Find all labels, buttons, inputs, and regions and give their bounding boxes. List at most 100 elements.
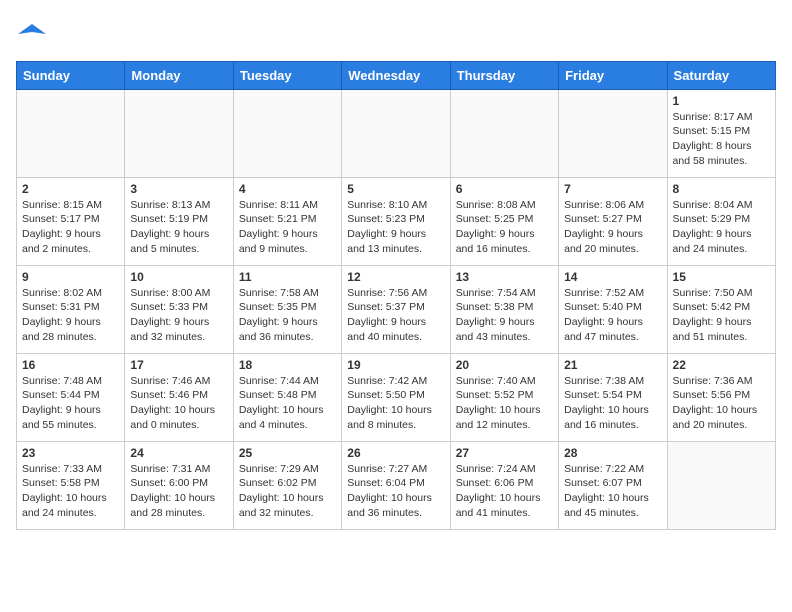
week-row-5: 23 Sunrise: 7:33 AM Sunset: 5:58 PM Dayli… — [17, 441, 776, 529]
day-info: Sunrise: 7:27 AM Sunset: 6:04 PM Dayligh… — [347, 462, 444, 521]
weekday-header-tuesday: Tuesday — [233, 61, 341, 89]
calendar-header: SundayMondayTuesdayWednesdayThursdayFrid… — [17, 61, 776, 89]
calendar-cell: 23 Sunrise: 7:33 AM Sunset: 5:58 PM Dayli… — [17, 441, 125, 529]
week-row-2: 2 Sunrise: 8:15 AM Sunset: 5:17 PM Daylig… — [17, 177, 776, 265]
calendar-cell: 20 Sunrise: 7:40 AM Sunset: 5:52 PM Dayli… — [450, 353, 558, 441]
calendar-cell: 25 Sunrise: 7:29 AM Sunset: 6:02 PM Dayli… — [233, 441, 341, 529]
day-info: Sunrise: 7:48 AM Sunset: 5:44 PM Dayligh… — [22, 374, 119, 433]
day-number: 2 — [22, 182, 119, 196]
week-row-3: 9 Sunrise: 8:02 AM Sunset: 5:31 PM Daylig… — [17, 265, 776, 353]
calendar-cell: 7Sunrise: 8:06 AM Sunset: 5:27 PM Daylig… — [559, 177, 667, 265]
week-row-1: 1Sunrise: 8:17 AM Sunset: 5:15 PM Daylig… — [17, 89, 776, 177]
day-number: 13 — [456, 270, 553, 284]
day-info: Sunrise: 7:44 AM Sunset: 5:48 PM Dayligh… — [239, 374, 336, 433]
calendar-cell — [342, 89, 450, 177]
calendar-cell: 4Sunrise: 8:11 AM Sunset: 5:21 PM Daylig… — [233, 177, 341, 265]
calendar-cell — [233, 89, 341, 177]
calendar-cell: 15 Sunrise: 7:50 AM Sunset: 5:42 PM Dayli… — [667, 265, 775, 353]
weekday-header-monday: Monday — [125, 61, 233, 89]
week-row-4: 16 Sunrise: 7:48 AM Sunset: 5:44 PM Dayli… — [17, 353, 776, 441]
day-info: Sunrise: 7:56 AM Sunset: 5:37 PM Dayligh… — [347, 286, 444, 345]
day-info: Sunrise: 7:42 AM Sunset: 5:50 PM Dayligh… — [347, 374, 444, 433]
weekday-header-saturday: Saturday — [667, 61, 775, 89]
day-info: Sunrise: 7:22 AM Sunset: 6:07 PM Dayligh… — [564, 462, 661, 521]
day-number: 7 — [564, 182, 661, 196]
day-number: 10 — [130, 270, 227, 284]
calendar-cell: 27 Sunrise: 7:24 AM Sunset: 6:06 PM Dayli… — [450, 441, 558, 529]
calendar-cell: 26 Sunrise: 7:27 AM Sunset: 6:04 PM Dayli… — [342, 441, 450, 529]
day-number: 12 — [347, 270, 444, 284]
day-info: Sunrise: 7:52 AM Sunset: 5:40 PM Dayligh… — [564, 286, 661, 345]
day-number: 3 — [130, 182, 227, 196]
calendar-cell: 21 Sunrise: 7:38 AM Sunset: 5:54 PM Dayli… — [559, 353, 667, 441]
calendar-cell: 8 Sunrise: 8:04 AM Sunset: 5:29 PM Daylig… — [667, 177, 775, 265]
weekday-header-friday: Friday — [559, 61, 667, 89]
day-number: 16 — [22, 358, 119, 372]
day-number: 20 — [456, 358, 553, 372]
day-number: 18 — [239, 358, 336, 372]
calendar-cell: 13 Sunrise: 7:54 AM Sunset: 5:38 PM Dayli… — [450, 265, 558, 353]
day-number: 19 — [347, 358, 444, 372]
weekday-header-thursday: Thursday — [450, 61, 558, 89]
calendar-body: 1Sunrise: 8:17 AM Sunset: 5:15 PM Daylig… — [17, 89, 776, 529]
calendar-cell: 12 Sunrise: 7:56 AM Sunset: 5:37 PM Dayli… — [342, 265, 450, 353]
day-number: 28 — [564, 446, 661, 460]
calendar-cell: 14 Sunrise: 7:52 AM Sunset: 5:40 PM Dayli… — [559, 265, 667, 353]
day-info: Sunrise: 7:54 AM Sunset: 5:38 PM Dayligh… — [456, 286, 553, 345]
calendar-cell — [559, 89, 667, 177]
logo — [16, 20, 46, 53]
day-number: 9 — [22, 270, 119, 284]
day-number: 15 — [673, 270, 770, 284]
calendar-cell — [667, 441, 775, 529]
day-info: Sunrise: 8:00 AM Sunset: 5:33 PM Dayligh… — [130, 286, 227, 345]
day-info: Sunrise: 7:50 AM Sunset: 5:42 PM Dayligh… — [673, 286, 770, 345]
day-info: Sunrise: 8:08 AM Sunset: 5:25 PM Dayligh… — [456, 198, 553, 257]
day-number: 23 — [22, 446, 119, 460]
day-number: 1 — [673, 94, 770, 108]
day-info: Sunrise: 8:15 AM Sunset: 5:17 PM Dayligh… — [22, 198, 119, 257]
day-info: Sunrise: 7:31 AM Sunset: 6:00 PM Dayligh… — [130, 462, 227, 521]
weekday-header-sunday: Sunday — [17, 61, 125, 89]
day-info: Sunrise: 8:02 AM Sunset: 5:31 PM Dayligh… — [22, 286, 119, 345]
page-header — [16, 16, 776, 53]
day-info: Sunrise: 8:13 AM Sunset: 5:19 PM Dayligh… — [130, 198, 227, 257]
calendar-cell: 24 Sunrise: 7:31 AM Sunset: 6:00 PM Dayli… — [125, 441, 233, 529]
day-info: Sunrise: 7:58 AM Sunset: 5:35 PM Dayligh… — [239, 286, 336, 345]
day-number: 27 — [456, 446, 553, 460]
day-info: Sunrise: 7:40 AM Sunset: 5:52 PM Dayligh… — [456, 374, 553, 433]
day-number: 8 — [673, 182, 770, 196]
calendar-cell: 17 Sunrise: 7:46 AM Sunset: 5:46 PM Dayli… — [125, 353, 233, 441]
calendar-cell: 1Sunrise: 8:17 AM Sunset: 5:15 PM Daylig… — [667, 89, 775, 177]
day-number: 21 — [564, 358, 661, 372]
day-number: 22 — [673, 358, 770, 372]
calendar-cell — [125, 89, 233, 177]
calendar-cell: 22 Sunrise: 7:36 AM Sunset: 5:56 PM Dayli… — [667, 353, 775, 441]
calendar-cell: 28 Sunrise: 7:22 AM Sunset: 6:07 PM Dayli… — [559, 441, 667, 529]
calendar-cell: 9 Sunrise: 8:02 AM Sunset: 5:31 PM Daylig… — [17, 265, 125, 353]
day-number: 24 — [130, 446, 227, 460]
calendar-cell: 11 Sunrise: 7:58 AM Sunset: 5:35 PM Dayli… — [233, 265, 341, 353]
day-info: Sunrise: 7:36 AM Sunset: 5:56 PM Dayligh… — [673, 374, 770, 433]
day-info: Sunrise: 7:33 AM Sunset: 5:58 PM Dayligh… — [22, 462, 119, 521]
day-info: Sunrise: 7:46 AM Sunset: 5:46 PM Dayligh… — [130, 374, 227, 433]
calendar-cell: 5 Sunrise: 8:10 AM Sunset: 5:23 PM Daylig… — [342, 177, 450, 265]
calendar-cell — [450, 89, 558, 177]
logo-bird-icon — [18, 20, 46, 48]
day-number: 26 — [347, 446, 444, 460]
calendar-table: SundayMondayTuesdayWednesdayThursdayFrid… — [16, 61, 776, 530]
weekday-header-wednesday: Wednesday — [342, 61, 450, 89]
day-number: 17 — [130, 358, 227, 372]
calendar-cell: 2 Sunrise: 8:15 AM Sunset: 5:17 PM Daylig… — [17, 177, 125, 265]
day-info: Sunrise: 7:38 AM Sunset: 5:54 PM Dayligh… — [564, 374, 661, 433]
day-info: Sunrise: 8:04 AM Sunset: 5:29 PM Dayligh… — [673, 198, 770, 257]
day-number: 5 — [347, 182, 444, 196]
day-number: 11 — [239, 270, 336, 284]
day-info: Sunrise: 7:29 AM Sunset: 6:02 PM Dayligh… — [239, 462, 336, 521]
calendar-cell: 3 Sunrise: 8:13 AM Sunset: 5:19 PM Daylig… — [125, 177, 233, 265]
day-info: Sunrise: 8:10 AM Sunset: 5:23 PM Dayligh… — [347, 198, 444, 257]
day-number: 14 — [564, 270, 661, 284]
calendar-cell: 6Sunrise: 8:08 AM Sunset: 5:25 PM Daylig… — [450, 177, 558, 265]
day-info: Sunrise: 7:24 AM Sunset: 6:06 PM Dayligh… — [456, 462, 553, 521]
calendar-cell: 18 Sunrise: 7:44 AM Sunset: 5:48 PM Dayli… — [233, 353, 341, 441]
day-number: 25 — [239, 446, 336, 460]
